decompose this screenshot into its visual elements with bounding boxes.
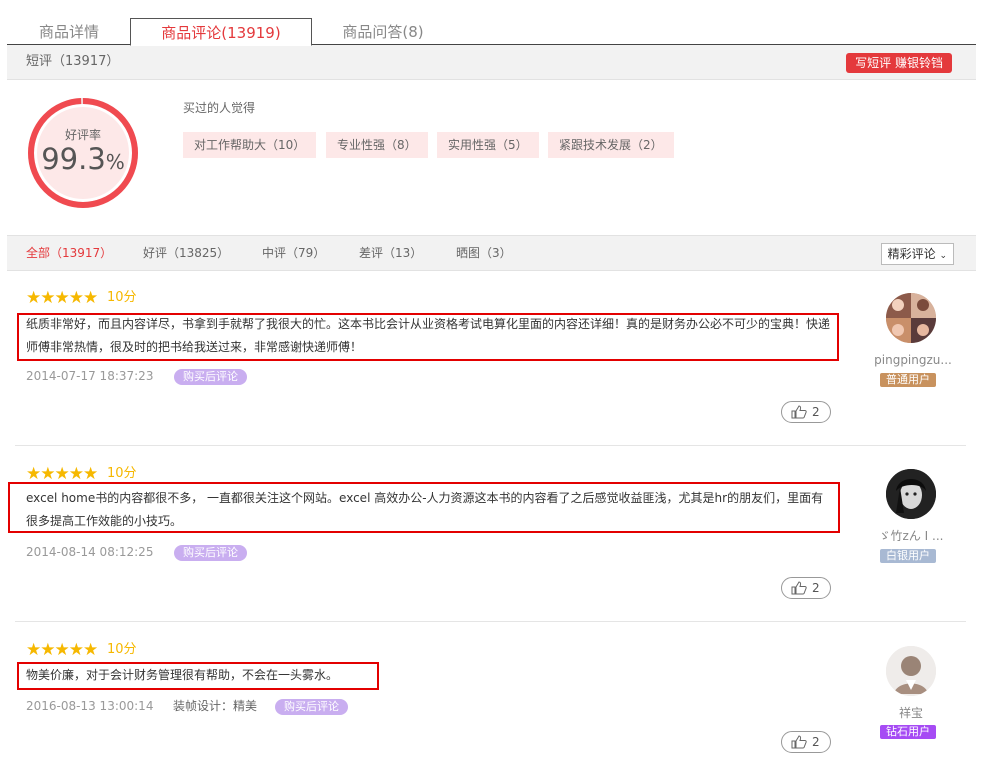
short-review-bar: 短评（13917） 写短评 赚银铃铛 <box>7 45 976 80</box>
review-date: 2014-08-14 08:12:25 <box>26 545 154 559</box>
chevron-down-icon: ⌄ <box>939 251 947 261</box>
tab-product-details[interactable]: 商品详情 <box>14 18 124 44</box>
tab-product-reviews[interactable]: 商品评论(13919) <box>130 18 312 46</box>
review-date: 2016-08-13 13:00:14 <box>26 699 154 713</box>
filter-neutral[interactable]: 中评（79） <box>262 236 325 270</box>
tab-bar: 商品详情 商品评论(13919) 商品问答(8) <box>0 0 982 46</box>
review-line: 物美价廉，对于会计财务管理很有帮助，不会在一头雾水。 <box>26 668 339 682</box>
user-level-badge: 钻石用户 <box>880 725 936 739</box>
tag-practical[interactable]: 实用性强（5） <box>437 132 539 158</box>
review-content: 物美价廉，对于会计财务管理很有帮助，不会在一头雾水。 <box>26 664 376 687</box>
review-divider <box>15 621 966 622</box>
star-rating-icon: ★★★★★ <box>26 288 98 308</box>
dark-portrait-avatar-icon[interactable] <box>886 469 936 519</box>
filter-positive[interactable]: 好评（13825） <box>143 236 229 270</box>
tag-professional[interactable]: 专业性强（8） <box>326 132 428 158</box>
thumbs-up-icon <box>791 405 807 419</box>
binding-design-note: 装帧设计：精美 <box>173 699 258 713</box>
review-line: 师傅非常热情，很及时的把书给我送过来，非常感谢快递师傅！ <box>26 340 363 354</box>
review-line: excel home书的内容都很不多， 一直都很关注这个网站。excel 高效办… <box>26 491 824 505</box>
positive-rate-label: 好评率 <box>64 128 101 142</box>
user-level-badge: 普通用户 <box>880 373 936 387</box>
tag-up-to-date[interactable]: 紧跟技术发展（2） <box>548 132 674 158</box>
star-rating-icon: ★★★★★ <box>26 640 98 660</box>
like-count: 2 <box>812 405 820 419</box>
like-button[interactable]: 2 <box>781 731 831 753</box>
review-date: 2014-07-17 18:37:23 <box>26 369 154 383</box>
star-rating-icon: ★★★★★ <box>26 464 98 484</box>
user-name[interactable]: 祥宝 <box>866 705 956 721</box>
user-name[interactable]: ゞ竹zん I ... <box>866 528 956 544</box>
default-user-avatar-icon[interactable] <box>886 646 936 696</box>
thumbs-up-icon <box>791 581 807 595</box>
like-button[interactable]: 2 <box>781 401 831 423</box>
tab-product-qa[interactable]: 商品问答(8) <box>318 18 448 44</box>
sort-dropdown[interactable]: 精彩评论 ⌄ <box>880 243 954 265</box>
review-content: excel home书的内容都很不多， 一直都很关注这个网站。excel 高效办… <box>26 487 838 533</box>
like-count: 2 <box>812 581 820 595</box>
buyers-think-label: 买过的人觉得 <box>183 101 256 115</box>
positive-rate-value: 99.3% <box>41 142 125 176</box>
purchase-badge: 购买后评论 <box>275 699 348 715</box>
user-level-badge: 白银用户 <box>880 549 936 563</box>
write-review-button[interactable]: 写短评 赚银铃铛 <box>846 53 952 73</box>
collage-avatar-icon[interactable] <box>886 293 936 343</box>
review-score: 10分 <box>107 642 137 657</box>
like-button[interactable]: 2 <box>781 577 831 599</box>
review-content: 纸质非常好，而且内容详尽，书拿到手就帮了我很大的忙。这本书比会计从业资格考试电算… <box>26 313 836 359</box>
purchase-badge: 购买后评论 <box>174 545 247 561</box>
positive-rate-gauge: 好评率 99.3% <box>26 96 140 210</box>
review-line: 很多提高工作效能的小技巧。 <box>26 514 183 528</box>
review-line: 纸质非常好，而且内容详尽，书拿到手就帮了我很大的忙。这本书比会计从业资格考试电算… <box>26 317 831 331</box>
tag-helpful-for-work[interactable]: 对工作帮助大（10） <box>183 132 317 158</box>
short-review-count: 短评（13917） <box>26 54 120 69</box>
review-score: 10分 <box>107 466 137 481</box>
filter-negative[interactable]: 差评（13） <box>359 236 422 270</box>
thumbs-up-icon <box>791 735 807 749</box>
purchase-badge: 购买后评论 <box>174 369 247 385</box>
review-filter-bar: 全部（13917） 好评（13825） 中评（79） 差评（13） 晒图（3） … <box>7 235 976 271</box>
filter-with-photos[interactable]: 晒图（3） <box>456 236 512 270</box>
like-count: 2 <box>812 735 820 749</box>
review-score: 10分 <box>107 290 137 305</box>
user-name[interactable]: pingpingzu... <box>868 352 958 368</box>
review-divider <box>15 445 966 446</box>
filter-all[interactable]: 全部（13917） <box>26 236 112 270</box>
